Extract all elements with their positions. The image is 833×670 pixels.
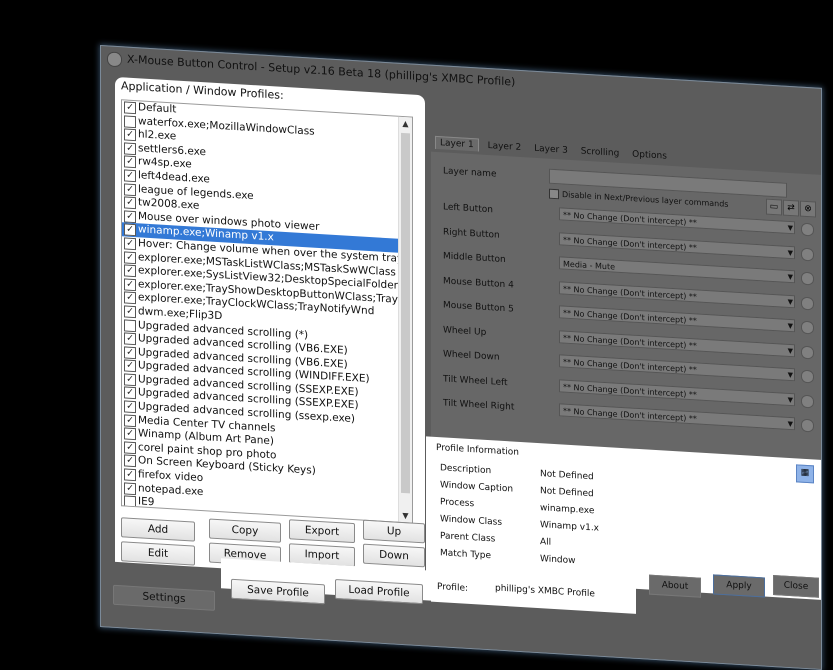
info-value: Window (540, 554, 576, 567)
info-value: Not Defined (540, 469, 594, 483)
copy-button[interactable]: Copy (209, 518, 281, 543)
profile-checkbox[interactable]: ✓ (124, 237, 136, 251)
info-value: winamp.exe (540, 503, 595, 517)
main-window: X-Mouse Button Control - Setup v2.16 Bet… (100, 45, 822, 670)
gear-icon[interactable] (801, 296, 814, 310)
profile-label: Default (138, 101, 177, 116)
tab-options[interactable]: Options (628, 148, 671, 163)
tab-layer-1[interactable]: Layer 1 (435, 135, 479, 152)
info-label: Window Class (440, 514, 503, 528)
info-value: All (540, 537, 552, 548)
apply-button[interactable]: Apply (713, 574, 765, 598)
profile-checkbox[interactable]: ✓ (124, 182, 136, 196)
info-label: Description (440, 463, 492, 477)
info-label: Parent Class (440, 531, 496, 545)
profile-checkbox[interactable]: ✓ (124, 400, 136, 414)
scroll-up-icon[interactable]: ▲ (401, 119, 410, 129)
dropdown-arrow-icon[interactable]: ▼ (788, 320, 793, 333)
copy-layer-icon[interactable]: ▭ (766, 198, 782, 216)
dropdown-arrow-icon[interactable]: ▼ (788, 369, 793, 382)
dropdown-arrow-icon[interactable]: ▼ (788, 418, 793, 431)
profile-label: hl2.exe (138, 128, 177, 143)
profile-list[interactable]: ✓ Default waterfox.exe;MozillaWindowClass ✓… (121, 99, 413, 524)
profile-label: Profile: (437, 582, 469, 594)
info-label: Match Type (440, 548, 491, 562)
gear-icon[interactable] (801, 394, 814, 408)
export-button[interactable]: Export (289, 519, 355, 544)
tab-layer-2[interactable]: Layer 2 (484, 140, 526, 154)
profile-checkbox[interactable]: ✓ (124, 210, 136, 223)
profile-checkbox[interactable]: ✓ (124, 441, 136, 454)
close-button[interactable]: Close (773, 574, 819, 598)
checkbox-icon[interactable] (549, 188, 559, 200)
profile-list-scrollbar[interactable]: ▲ ▼ (398, 116, 412, 523)
profile-checkbox[interactable]: ✓ (124, 169, 136, 183)
profile-checkbox[interactable]: ✓ (124, 264, 136, 278)
scroll-down-icon[interactable]: ▼ (401, 511, 410, 521)
dropdown-arrow-icon[interactable]: ▼ (788, 222, 793, 235)
profile-checkbox[interactable]: ✓ (124, 196, 136, 210)
gear-icon[interactable] (801, 222, 814, 237)
profile-label: rw4sp.exe (138, 155, 192, 171)
profiles-title: Application / Window Profiles: (121, 79, 284, 102)
profile-checkbox[interactable]: ✓ (124, 128, 136, 142)
clear-layer-icon[interactable]: ⊗ (800, 200, 816, 218)
gear-icon[interactable] (801, 271, 814, 286)
profile-checkbox[interactable]: ✓ (124, 142, 136, 155)
profile-value: phillipg's XMBC Profile (495, 583, 595, 600)
gear-icon[interactable] (801, 320, 814, 335)
profiles-panel: Application / Window Profiles: ✓ Default w… (115, 76, 425, 583)
scrollbar-thumb[interactable] (401, 132, 410, 494)
info-label: Window Caption (440, 480, 514, 495)
profile-checkbox[interactable]: ✓ (124, 223, 136, 237)
info-value: Winamp v1.x (540, 520, 600, 534)
profile-label: IE9 (138, 495, 155, 509)
dropdown-arrow-icon[interactable]: ▼ (788, 393, 793, 406)
profile-checkbox[interactable]: ✓ (124, 427, 136, 441)
info-label: Process (440, 497, 475, 510)
up-button[interactable]: Up (363, 519, 425, 544)
gear-icon[interactable] (801, 345, 814, 359)
profile-checkbox[interactable]: ✓ (124, 359, 136, 373)
about-button[interactable]: About (649, 574, 701, 598)
profile-checkbox[interactable]: ✓ (124, 155, 136, 169)
app-icon (107, 51, 122, 68)
grid-icon[interactable]: ▦ (796, 464, 814, 484)
profile-checkbox[interactable]: ✓ (124, 482, 136, 495)
profile-checkbox[interactable]: ✓ (124, 278, 136, 291)
profile-checkbox[interactable]: ✓ (124, 101, 136, 115)
profile-checkbox[interactable]: ✓ (124, 346, 136, 359)
dropdown-arrow-icon[interactable]: ▼ (788, 246, 793, 259)
profile-info-title: Profile Information (436, 442, 519, 458)
mapping-value: Media - Mute (563, 259, 616, 272)
add-button[interactable]: Add (121, 517, 195, 542)
dropdown-arrow-icon[interactable]: ▼ (788, 295, 793, 308)
swap-layer-icon[interactable]: ⇄ (783, 199, 799, 217)
profile-info-panel: Profile Information ▦ Description Not Def… (426, 436, 821, 600)
profile-checkbox[interactable] (124, 115, 136, 128)
profile-checkbox[interactable]: ✓ (124, 414, 136, 427)
tab-scrolling[interactable]: Scrolling (577, 145, 624, 160)
gear-icon[interactable] (801, 247, 814, 261)
dropdown-arrow-icon[interactable]: ▼ (788, 271, 793, 284)
profile-checkbox[interactable] (124, 495, 136, 509)
gear-icon[interactable] (801, 369, 814, 384)
down-button[interactable]: Down (363, 543, 425, 568)
profile-checkbox[interactable]: ✓ (124, 332, 136, 346)
profile-checkbox[interactable]: ✓ (124, 454, 136, 468)
profile-checkbox[interactable]: ✓ (124, 291, 136, 305)
dropdown-arrow-icon[interactable]: ▼ (788, 344, 793, 357)
profile-checkbox[interactable]: ✓ (124, 373, 136, 387)
profile-checkbox[interactable]: ✓ (124, 305, 136, 319)
profile-checkbox[interactable]: ✓ (124, 250, 136, 264)
profile-checkbox[interactable] (124, 318, 136, 332)
profile-checkbox[interactable]: ✓ (124, 386, 136, 400)
info-value: Not Defined (540, 486, 594, 500)
tab-layer-3[interactable]: Layer 3 (530, 143, 572, 157)
gear-icon[interactable] (801, 418, 814, 433)
profile-checkbox[interactable]: ✓ (124, 468, 136, 482)
